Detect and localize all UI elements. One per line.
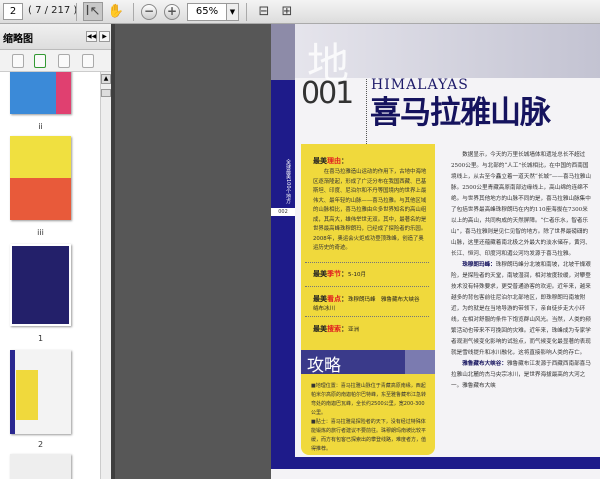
thumbnail-label: 1 — [37, 334, 44, 343]
thumbnail-page-iii[interactable] — [10, 136, 71, 220]
body-text: 数据显示，今天的万里长城墙体和遗址总长不超过2500公里。与北部的“人工”长城相… — [451, 150, 591, 392]
thumbnail-page-1[interactable] — [10, 244, 71, 326]
toolbar: 2 ( 7 / 217 ) I↖ ✋ − + 65% ▼ ⊟ ⊞ — [0, 0, 600, 24]
side-strip-top — [271, 24, 295, 80]
divider — [305, 262, 429, 263]
extract-page-icon[interactable] — [34, 54, 46, 68]
thumbnail-label: iii — [37, 228, 44, 237]
pdf-page: 全球最美100个地方 002 地 001 HIMALAYAS 喜马拉雅山脉 最美… — [271, 24, 600, 479]
scroll-thumb[interactable] — [101, 89, 111, 97]
thumbnails-panel: 缩略图 ◀◀ ▶ ii iii 1 2 ▲ — [0, 24, 111, 479]
expand-right-icon[interactable]: ▶ — [99, 31, 110, 42]
article-title: 喜马拉雅山脉 — [370, 95, 551, 131]
divider — [305, 316, 429, 317]
panel-splitter[interactable] — [111, 24, 115, 479]
hand-tool-icon[interactable]: ✋ — [106, 2, 126, 21]
thumbnail-page-2[interactable] — [10, 350, 71, 434]
guide-banner-accent — [405, 350, 435, 374]
guide-body: ■地理位置：喜马拉雅山脉位于青藏高原南缘，西起帕米尔高原的南迦帕尔巴特峰，东至雅… — [311, 382, 429, 454]
panel-title: 缩略图 — [3, 34, 33, 45]
reason-heading: 最美理由： — [313, 157, 348, 165]
panel-header: 缩略图 ◀◀ ▶ — [0, 24, 111, 50]
select-tool-icon[interactable]: I↖ — [83, 2, 103, 21]
zoom-in-button[interactable]: + — [162, 2, 182, 21]
page-number-input[interactable]: 2 — [3, 3, 23, 20]
side-strip — [271, 24, 295, 464]
reason-text: 在喜马拉雅造山运动的作用下，古地中海地区逐渐隆起，形成了广泛分布在我国西藏、巴基… — [313, 169, 427, 251]
paragraph: 数据显示，今天的万里长城墙体和遗址总长不超过2500公里。与北部的“人工”长城相… — [451, 152, 591, 257]
delete-page-icon[interactable] — [82, 54, 94, 68]
separator — [76, 3, 77, 21]
thumbnail-label: ii — [38, 122, 43, 131]
zoom-level-input[interactable]: 65% — [187, 3, 227, 21]
thumbnail-list: ii iii 1 2 — [0, 72, 100, 479]
thumbnail-scrollbar[interactable]: ▲ — [100, 72, 111, 479]
scroll-up-icon[interactable]: ▲ — [101, 74, 111, 84]
separator — [133, 3, 134, 21]
info-box: 最美理由： 在喜马拉雅造山运动的作用下，古地中海地区逐渐隆起，形成了广泛分布在我… — [301, 144, 435, 455]
separator — [246, 3, 247, 21]
side-label: 全球最美100个地方 — [285, 159, 291, 204]
guide-title: 攻略 — [307, 356, 341, 376]
season-row: 最美季节：5-10月 — [313, 270, 366, 278]
guide-banner: 攻略 — [301, 350, 435, 376]
page-number: 002 — [271, 208, 295, 216]
thumbnail-toolbar — [0, 50, 111, 72]
paragraph: 雅鲁藏布大峡谷：雅鲁藏布江发源于西藏西南部喜马拉雅山北麓的杰马央宗冰川，是世界海… — [451, 361, 591, 389]
rotate-page-icon[interactable] — [58, 54, 70, 68]
search-row: 最美搜索：亚洲 — [313, 325, 360, 333]
zoom-in-icon: + — [164, 3, 180, 20]
page-options-icon[interactable] — [12, 54, 24, 68]
fit-page-icon[interactable]: ⊞ — [277, 2, 297, 21]
guide-location: ■地理位置：喜马拉雅山脉位于青藏高原南缘，西起帕米尔高原的南迦帕尔巴特峰，东至雅… — [311, 383, 427, 416]
zoom-dropdown-chevron-icon[interactable]: ▼ — [226, 3, 239, 21]
fit-width-icon[interactable]: ⊟ — [254, 2, 274, 21]
footer-band — [271, 457, 600, 469]
zoom-out-icon: − — [141, 3, 157, 20]
sight-row: 最美看点：珠穆朗玛峰 雅鲁藏布大峡谷 绒布冰川 — [313, 295, 426, 312]
page-count: ( 7 / 217 ) — [28, 5, 78, 16]
divider — [305, 286, 429, 287]
thumbnail-label: 2 — [37, 440, 44, 449]
entry-number: 001 — [301, 76, 354, 111]
guide-tips: ■贴士：喜马拉雅是探险者的天下，没有经过特殊体能锻炼的旅行者建议不要前往。珠穆朗… — [311, 419, 427, 452]
thumbnail-page-ii[interactable] — [10, 72, 71, 114]
paragraph: 珠穆朗玛峰：珠穆朗玛峰分北坡和南坡，北坡干燥艰险，是探险者的天堂，南坡湿润，相对… — [451, 262, 591, 356]
thumbnail-page-3[interactable] — [10, 454, 71, 479]
zoom-out-button[interactable]: − — [139, 2, 159, 21]
collapse-left-icon[interactable]: ◀◀ — [86, 31, 97, 42]
